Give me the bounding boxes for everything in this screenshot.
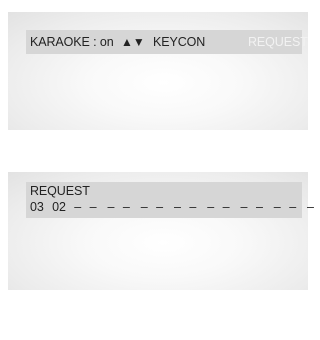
request-slot-6[interactable]: – – xyxy=(174,200,198,214)
karaoke-menu-bar: KARAOKE : on ▲▼ KEYCON REQUEST xyxy=(26,30,308,54)
request-queue-title: REQUEST xyxy=(30,184,90,198)
request-slot-2[interactable]: 02 xyxy=(52,200,66,214)
request-slot-4[interactable]: – – xyxy=(107,200,131,214)
request-slot-7[interactable]: – – xyxy=(207,200,231,214)
request-slot-1[interactable]: 03 xyxy=(30,200,44,214)
request-slot-10[interactable]: – – xyxy=(307,200,320,214)
up-down-arrow-icon: ▲▼ xyxy=(121,35,145,49)
request-queue-bar: REQUEST 03 02 – – – – – – – – – – – – – … xyxy=(26,182,320,218)
karaoke-status-label[interactable]: KARAOKE : on xyxy=(30,35,114,49)
request-queue-screen: REQUEST 03 02 – – – – – – – – – – – – – … xyxy=(8,172,320,290)
request-menu-item[interactable]: REQUEST xyxy=(248,35,308,49)
request-slot-3[interactable]: – – xyxy=(74,200,98,214)
keycon-menu-item[interactable]: KEYCON xyxy=(153,35,205,49)
request-slot-8[interactable]: – – xyxy=(241,200,265,214)
karaoke-settings-screen: KARAOKE : on ▲▼ KEYCON REQUEST xyxy=(8,12,308,130)
request-slot-list: 03 02 – – – – – – – – – – – – – – – – xyxy=(30,200,320,214)
request-slot-5[interactable]: – – xyxy=(141,200,165,214)
request-slot-9[interactable]: – – xyxy=(274,200,298,214)
